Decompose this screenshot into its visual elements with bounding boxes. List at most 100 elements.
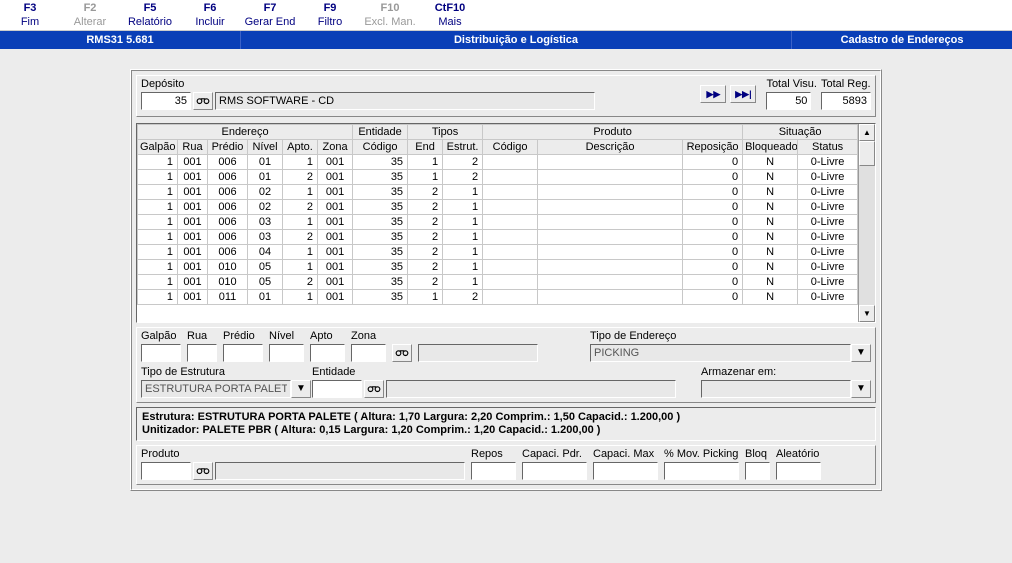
col-header-pcodigo[interactable]: Código [483,140,538,155]
fkey-code: F9 [300,2,360,14]
tipo-estr-dropdown-button[interactable]: ▼ [291,380,311,398]
group-entidade: Entidade [353,125,408,140]
group-produto: Produto [483,125,743,140]
nav-last-button[interactable]: ▶▶| [730,85,756,103]
deposito-search-button[interactable] [193,92,213,110]
cap-pdr-label: Capaci. Pdr. [522,448,587,460]
fkey-ctf10[interactable]: CtF10Mais [420,2,480,28]
col-header-galpao[interactable]: Galpão [138,140,178,155]
fkey-code: F5 [120,2,180,14]
col-header-nivel[interactable]: Nível [248,140,283,155]
table-row[interactable]: 1 001 006 03 1 001 35 2 1 0 N 0-Livre [138,215,859,230]
table-row[interactable]: 1 001 006 04 1 001 35 2 1 0 N 0-Livre [138,245,859,260]
apto-input[interactable] [310,344,345,362]
rua-input[interactable] [187,344,217,362]
fkey-f6[interactable]: F6 Incluir [180,2,240,28]
fkey-code: F3 [0,2,60,14]
predio-input[interactable] [223,344,263,362]
grid-scrollbar[interactable]: ▲ ▼ [858,124,875,322]
entidade-name-display [386,380,676,398]
nivel-label: Nível [269,330,304,342]
aleat-label: Aleatório [776,448,821,460]
fkey-f9[interactable]: F9Filtro [300,2,360,28]
fkey-f3[interactable]: F3Fim [0,2,60,28]
rua-label: Rua [187,330,217,342]
table-row[interactable]: 1 001 010 05 1 001 35 2 1 0 N 0-Livre [138,260,859,275]
produto-code-input[interactable] [141,462,191,480]
table-row[interactable]: 1 001 006 01 2 001 35 1 2 0 N 0-Livre [138,170,859,185]
predio-label: Prédio [223,330,263,342]
repos-label: Repos [471,448,516,460]
mov-input[interactable] [664,462,739,480]
fkey-label: Incluir [180,16,240,28]
scroll-thumb[interactable] [859,141,875,166]
total-reg-value [821,92,871,110]
tipo-end-dropdown-button[interactable]: ▼ [851,344,871,362]
table-row[interactable]: 1 001 011 01 1 001 35 1 2 0 N 0-Livre [138,290,859,305]
armazenar-label: Armazenar em: [701,366,871,378]
nav-next-button[interactable]: ▶▶ [700,85,726,103]
fkey-code: CtF10 [420,2,480,14]
scroll-down-button[interactable]: ▼ [859,305,875,322]
produto-label: Produto [141,448,465,460]
info-line-2: Unitizador: PALETE PBR ( Altura: 0,15 La… [142,424,870,437]
galpao-label: Galpão [141,330,181,342]
fkey-f10: F10Excl. Man. [360,2,420,28]
fkey-code: F2 [60,2,120,14]
module-title: Distribuição e Logística [240,31,792,49]
col-header-end[interactable]: End [408,140,443,155]
col-header-descricao[interactable]: Descrição [538,140,683,155]
table-row[interactable]: 1 001 006 02 2 001 35 2 1 0 N 0-Livre [138,200,859,215]
col-header-codigo[interactable]: Código [353,140,408,155]
table-row[interactable]: 1 001 006 03 2 001 35 2 1 0 N 0-Livre [138,230,859,245]
armazenar-select[interactable] [701,380,851,398]
col-header-reposicao[interactable]: Reposição [683,140,743,155]
group-endereco: Endereço [138,125,353,140]
fkey-f5[interactable]: F5Relatório [120,2,180,28]
col-header-predio[interactable]: Prédio [208,140,248,155]
tipo-end-label: Tipo de Endereço [590,330,871,342]
total-visu-value [766,92,811,110]
group-tipos: Tipos [408,125,483,140]
cap-max-input[interactable] [593,462,658,480]
col-header-bloqueado[interactable]: Bloqueado [743,140,798,155]
col-header-rua[interactable]: Rua [178,140,208,155]
zona-input[interactable] [351,344,386,362]
total-reg-label: Total Reg. [821,78,871,90]
col-header-estrut[interactable]: Estrut. [443,140,483,155]
col-header-zona[interactable]: Zona [318,140,353,155]
entidade-search-button[interactable] [364,380,384,398]
filter-result-display [418,344,538,362]
fkey-code: F6 [180,2,240,14]
table-row[interactable]: 1 001 010 05 2 001 35 2 1 0 N 0-Livre [138,275,859,290]
bloq-input[interactable] [745,462,770,480]
cap-pdr-input[interactable] [522,462,587,480]
entidade-code-input[interactable] [312,380,362,398]
total-visu-label: Total Visu. [766,78,817,90]
produto-search-button[interactable] [193,462,213,480]
deposito-code-input[interactable] [141,92,191,110]
structure-info-box: Estrutura: ESTRUTURA PORTA PALETE ( Altu… [136,407,876,441]
filter-search-button[interactable] [392,344,412,362]
col-header-status[interactable]: Status [798,140,858,155]
group-situacao: Situação [743,125,858,140]
repos-input[interactable] [471,462,516,480]
tipo-estr-label: Tipo de Estrutura [141,366,306,378]
aleat-input[interactable] [776,462,821,480]
fkey-code: F7 [240,2,300,14]
table-row[interactable]: 1 001 006 02 1 001 35 2 1 0 N 0-Livre [138,185,859,200]
col-header-apto[interactable]: Apto. [283,140,318,155]
deposito-label: Depósito [141,78,595,90]
armazenar-dropdown-button[interactable]: ▼ [851,380,871,398]
tipo-estr-select[interactable] [141,380,291,398]
scroll-up-button[interactable]: ▲ [859,124,875,141]
info-line-1: Estrutura: ESTRUTURA PORTA PALETE ( Altu… [142,411,870,424]
fkey-code: F10 [360,2,420,14]
tipo-end-select[interactable] [590,344,851,362]
galpao-input[interactable] [141,344,181,362]
table-row[interactable]: 1 001 006 01 1 001 35 1 2 0 N 0-Livre [138,155,859,170]
address-grid[interactable]: Endereço Entidade Tipos Produto Situação… [136,123,876,323]
title-bar: RMS31 5.681 Distribuição e Logística Cad… [0,31,1012,49]
nivel-input[interactable] [269,344,304,362]
fkey-f7[interactable]: F7Gerar End [240,2,300,28]
